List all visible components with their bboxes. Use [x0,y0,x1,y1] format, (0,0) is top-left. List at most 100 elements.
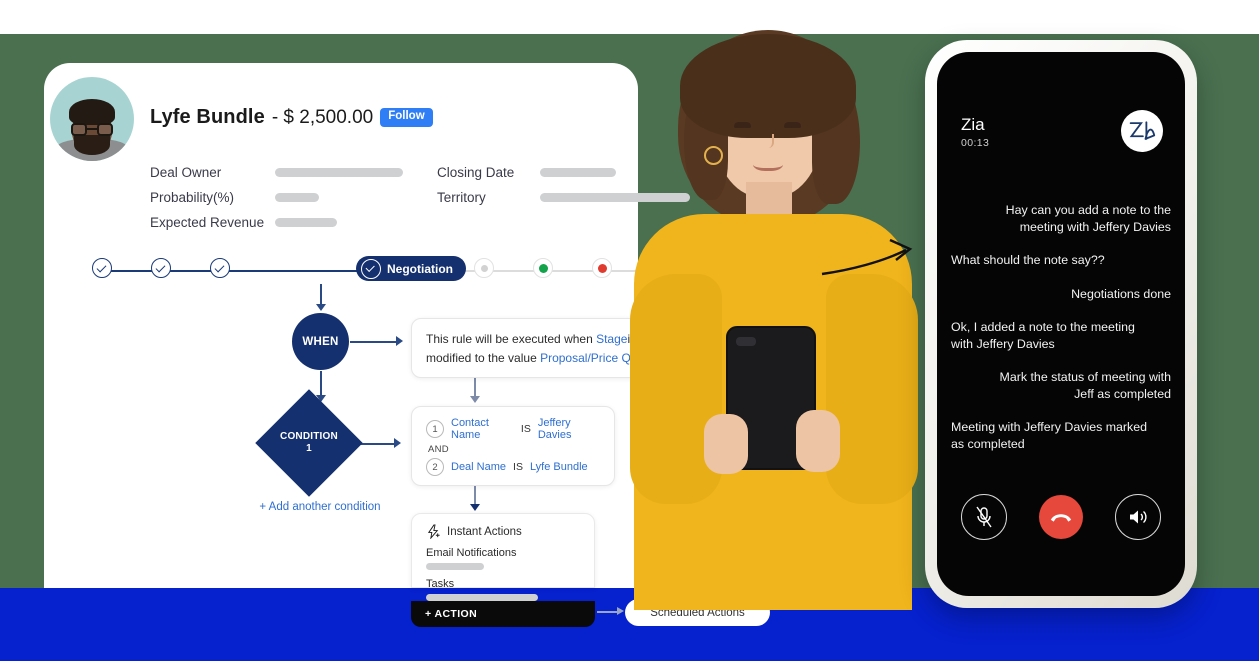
field-label-deal-owner: Deal Owner [150,165,222,180]
connector-when-to-condition [320,371,322,397]
screenshot-root: Lyfe Bundle - $ 2,500.00 Follow Deal Own… [0,0,1259,661]
condition-node[interactable]: CONDITION 1 [271,405,347,481]
chat-message-user: Hay can you add a note to the meeting wi… [1005,203,1171,234]
chat-message-bot: Ok, I added a note to the meeting with J… [951,320,1135,351]
page-title: Lyfe Bundle [150,106,265,128]
phone-screen: Zia 00:13 Hay can you add a note to the … [937,52,1185,596]
phone-device: Zia 00:13 Hay can you add a note to the … [925,40,1197,608]
check-circle-icon [361,258,381,279]
arrow-right-icon [396,336,403,346]
chat-message-bot: What should the note say?? [951,253,1105,267]
add-action-button[interactable]: + ACTION [411,601,595,627]
person-smile [753,155,783,171]
lightning-bolt-icon [427,524,440,539]
avatar-beard [74,135,110,155]
speaker-icon [1130,510,1147,524]
stage-dot-1[interactable] [92,258,112,278]
person-earring [704,146,723,165]
stage-current-negotiation[interactable]: Negotiation [356,256,466,281]
criteria-row: 2 Deal Name IS Lyfe Bundle [426,458,600,476]
phone-hangup-icon [1050,514,1072,522]
field-label-closing-date: Closing Date [437,165,515,180]
when-node[interactable]: WHEN [292,313,349,370]
person-sleeve-left [630,274,722,504]
stage-dot-6[interactable] [474,258,494,278]
criteria-operator: IS [520,423,531,435]
field-value-placeholder [275,218,337,227]
deal-amount: - $ 2,500.00 [271,106,374,128]
deal-fields-left: Deal Owner Probability(%) Expected Reven… [150,160,403,235]
criteria-operator: IS [513,461,523,473]
field-row: Probability(%) [150,185,403,210]
criteria-index: 1 [426,420,444,438]
person-hand-right [796,410,840,472]
curved-arrow-icon [821,238,913,276]
connector-when-to-rule [350,341,398,343]
avatar [50,77,134,161]
person-eye-left [734,122,751,128]
caller-name: Zia [961,115,985,134]
field-label-territory: Territory [437,190,486,205]
deal-title-row: Lyfe Bundle - $ 2,500.00 Follow [150,106,433,129]
stage-progress-bar: Negotiation [88,256,681,284]
person-nose [760,134,774,148]
criteria-joiner: AND [428,444,449,455]
arrow-right-icon [394,438,401,448]
person-eye-right [784,122,801,128]
connector-condbox-to-action [474,486,476,506]
instant-actions-label: Instant Actions [447,525,522,538]
field-row: Expected Revenue [150,210,403,235]
person-sleeve-right [826,274,918,504]
follow-button[interactable]: Follow [380,108,433,127]
field-value-placeholder [275,193,319,202]
connector-stage-to-when [320,284,322,306]
person-hand-left [704,414,748,474]
criteria-row: 1 Contact Name IS Jeffery Davies [426,417,600,441]
zia-mark-icon [1129,121,1156,140]
chat-message-user: Mark the status of meeting with Jeff as … [999,370,1171,401]
arrow-down-icon [316,304,326,311]
avatar-glasses-icon [71,123,113,136]
criteria-field[interactable]: Contact Name [451,417,514,441]
field-label-expected-revenue: Expected Revenue [150,215,265,230]
stage-dot-2[interactable] [151,258,171,278]
add-another-condition-link[interactable]: + Add another condition [258,500,382,516]
criteria-field[interactable]: Deal Name [451,461,506,473]
zia-logo-icon [1121,110,1163,152]
person-hair-front [680,34,856,138]
action-item-placeholder [426,594,538,601]
rule-text-part1: This rule will be executed when [426,332,597,346]
criteria-index: 2 [426,458,444,476]
chat-transcript: Hay can you add a note to the meeting wi… [937,202,1185,469]
call-header: Zia 00:13 [961,115,990,149]
call-controls [937,494,1185,540]
field-label-probability: Probability(%) [150,190,235,205]
microphone-muted-icon [976,506,992,528]
person-photo [588,22,948,610]
action-item-label: Email Notifications [426,547,517,559]
add-action-label: + ACTION [425,608,478,620]
mute-button[interactable] [961,494,1007,540]
action-item-placeholder [426,563,484,570]
field-row: Deal Owner [150,160,403,185]
arrow-down-icon [470,504,480,511]
stage-line-completed [102,270,362,272]
speaker-button[interactable] [1115,494,1161,540]
stage-current-label: Negotiation [387,261,453,276]
call-duration: 00:13 [961,136,990,149]
chat-message-user: Negotiations done [1071,286,1171,301]
instant-actions-box: Instant Actions Email Notifications Task… [411,513,595,601]
stage-dot-3[interactable] [210,258,230,278]
condition-number: 1 [306,443,312,454]
end-call-button[interactable] [1039,495,1083,539]
connector-to-scheduled [597,611,619,613]
arrow-right-icon [617,607,624,615]
criteria-value[interactable]: Lyfe Bundle [530,461,588,473]
condition-criteria-box: 1 Contact Name IS Jeffery Davies AND 2 D… [411,406,615,486]
instant-actions-header: Instant Actions [426,524,580,539]
stage-dot-won[interactable] [533,258,553,278]
action-item-label: Tasks [426,578,455,590]
field-value-placeholder [275,168,403,177]
avatar-hair [69,99,115,125]
chat-message-bot: Meeting with Jeffery Davies marked as co… [951,420,1148,451]
